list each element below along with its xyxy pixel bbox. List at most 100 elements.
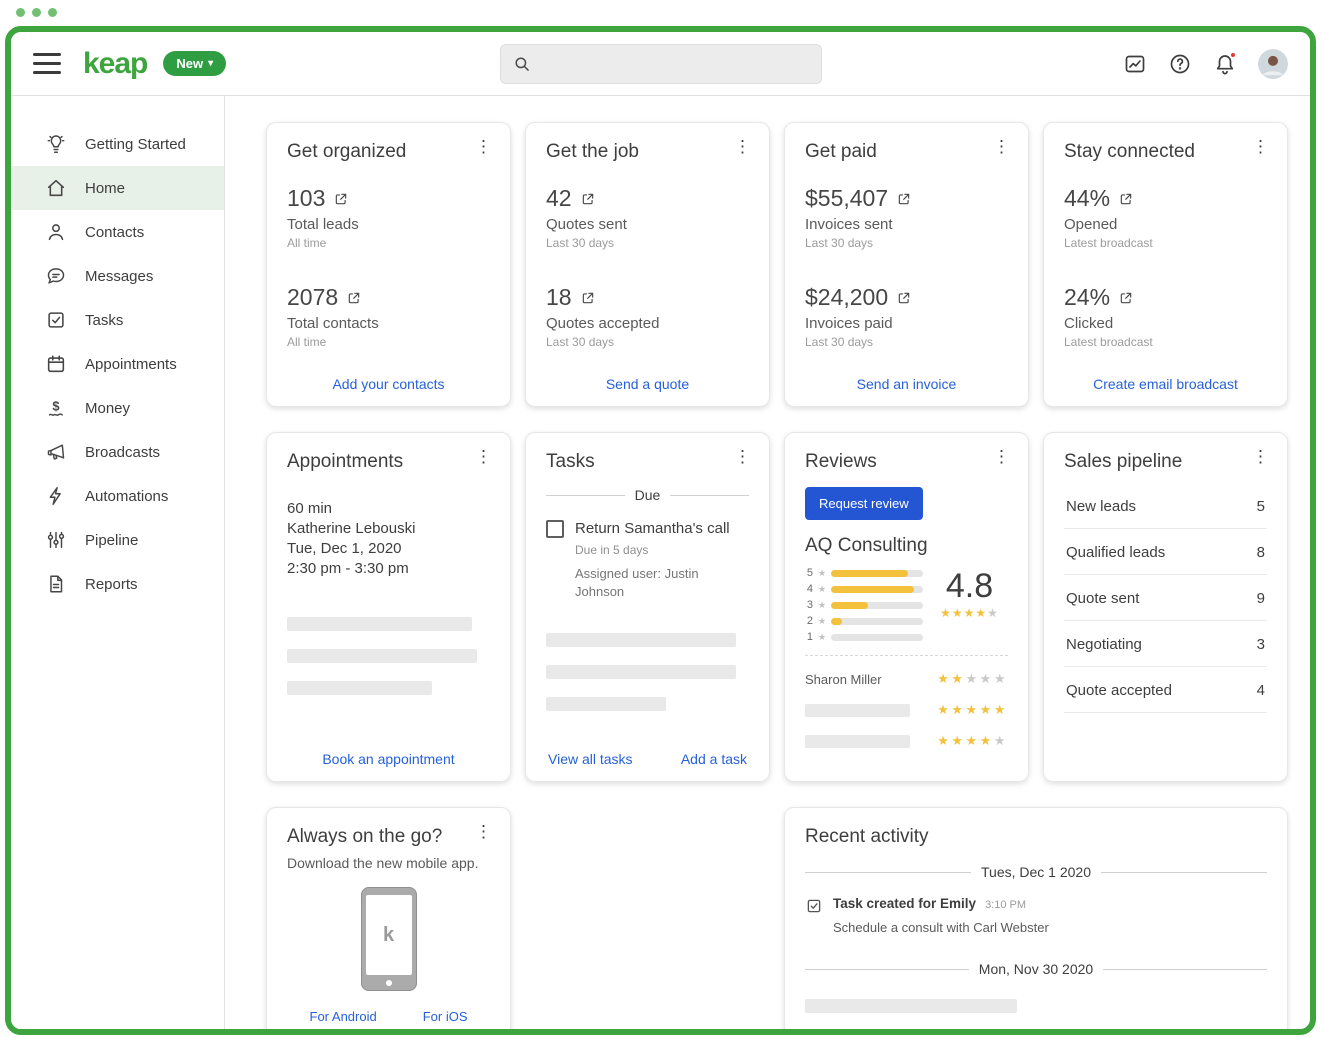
activity-item[interactable]: Task created for Emily 3:10 PM Schedule … — [805, 896, 1267, 935]
card-get-paid: Get paid ⋮ $55,407 Invoices sent Last 30… — [784, 122, 1029, 407]
new-button[interactable]: New ▾ — [163, 51, 227, 76]
traffic-lights — [16, 8, 57, 17]
pipeline-stage-new-leads[interactable]: New leads 5 — [1064, 483, 1267, 529]
kebab-menu-icon[interactable]: ⋮ — [467, 445, 500, 469]
sidebar-item-getting-started[interactable]: Getting Started — [11, 122, 224, 166]
search-bar[interactable] — [499, 43, 822, 84]
pipeline-stage-qualified-leads[interactable]: Qualified leads 8 — [1064, 529, 1267, 575]
reviewer-name: Sharon Miller — [805, 671, 882, 687]
keap-logo[interactable]: keap — [83, 48, 148, 79]
histogram-row: 2 ★ — [805, 615, 923, 627]
pipeline-stage-quote-sent[interactable]: Quote sent 9 — [1064, 575, 1267, 621]
sidebar: Getting Started Home Contacts Messages T… — [11, 96, 225, 1029]
tasks-footer: View all tasks Add a task — [548, 751, 747, 767]
sidebar-item-tasks[interactable]: Tasks — [11, 298, 224, 342]
analytics-icon[interactable] — [1123, 52, 1147, 76]
kebab-menu-icon[interactable]: ⋮ — [985, 445, 1018, 469]
metric-quotes-sent: 42 Quotes sent Last 30 days — [546, 185, 627, 250]
stage-count: 9 — [1256, 590, 1265, 607]
sidebar-item-messages[interactable]: Messages — [11, 254, 224, 298]
card-title: Sales pipeline — [1064, 451, 1183, 472]
kebab-menu-icon[interactable]: ⋮ — [467, 135, 500, 159]
appointment-details[interactable]: 60 min Katherine Lebouski Tue, Dec 1, 20… — [287, 499, 490, 579]
send-invoice-link[interactable]: Send an invoice — [785, 376, 1028, 392]
lightning-bolt-icon — [49, 487, 61, 505]
activity-item-detail: Schedule a consult with Carl Webster — [833, 920, 1049, 935]
sidebar-item-appointments[interactable]: Appointments — [11, 342, 224, 386]
star-icon: ★ — [818, 615, 827, 626]
external-link-icon[interactable] — [581, 192, 595, 206]
task-name: Return Samantha's call — [575, 520, 730, 537]
task-check-icon — [807, 899, 821, 913]
external-link-icon[interactable] — [347, 291, 361, 305]
sidebar-item-home[interactable]: Home — [11, 166, 224, 210]
help-icon[interactable] — [1168, 52, 1192, 76]
external-link-icon[interactable] — [581, 291, 595, 305]
external-link-icon[interactable] — [1119, 192, 1133, 206]
mobile-links: For Android For iOS — [287, 1009, 490, 1024]
sidebar-item-contacts[interactable]: Contacts — [11, 210, 224, 254]
appointment-person: Katherine Lebouski — [287, 520, 416, 537]
sidebar-item-broadcasts[interactable]: Broadcasts — [11, 430, 224, 474]
card-mobile-app: Always on the go? ⋮ Download the new mob… — [266, 807, 511, 1029]
card-title: Recent activity — [805, 826, 929, 847]
android-download-link[interactable]: For Android — [310, 1009, 377, 1024]
sidebar-item-label: Messages — [85, 267, 154, 285]
review-row: ★★★★★ — [805, 702, 1008, 718]
ios-download-link[interactable]: For iOS — [423, 1009, 468, 1024]
home-icon — [47, 179, 65, 197]
pipeline-stage-quote-accepted[interactable]: Quote accepted 4 — [1064, 667, 1267, 713]
task-due: Due in 5 days — [575, 543, 649, 557]
average-stars: ★★★★★ — [940, 606, 999, 621]
megaphone-icon — [47, 444, 65, 460]
average-rating: 4.8 ★★★★★ — [931, 567, 1008, 647]
kebab-menu-icon[interactable]: ⋮ — [726, 135, 759, 159]
stage-count: 3 — [1256, 636, 1265, 653]
kebab-menu-icon[interactable]: ⋮ — [1244, 135, 1277, 159]
external-link-icon[interactable] — [897, 192, 911, 206]
task-check-icon — [48, 312, 64, 328]
star-icon: ★ — [818, 631, 827, 642]
hamburger-menu-icon[interactable] — [33, 53, 61, 74]
metric-invoices-paid: $24,200 Invoices paid Last 30 days — [805, 284, 1008, 349]
app-header: keap New ▾ — [11, 32, 1310, 96]
book-appointment-link[interactable]: Book an appointment — [267, 751, 510, 767]
notifications-bell-icon[interactable] — [1213, 50, 1237, 76]
appointment-duration: 60 min — [287, 500, 333, 517]
report-document-icon — [50, 575, 63, 593]
calendar-icon — [47, 355, 65, 373]
chat-bubble-icon — [47, 268, 65, 284]
external-link-icon[interactable] — [1119, 291, 1133, 305]
sidebar-item-reports[interactable]: Reports — [11, 562, 224, 606]
skeleton-placeholder — [805, 703, 910, 717]
pipeline-stage-negotiating[interactable]: Negotiating 3 — [1064, 621, 1267, 667]
user-avatar[interactable] — [1258, 48, 1288, 79]
sidebar-item-automations[interactable]: Automations — [11, 474, 224, 518]
skeleton-placeholder — [805, 734, 910, 748]
search-input[interactable] — [539, 55, 809, 72]
task-row[interactable]: Return Samantha's call — [546, 519, 749, 538]
sidebar-item-pipeline[interactable]: Pipeline — [11, 518, 224, 562]
card-title: Tasks — [546, 451, 595, 472]
external-link-icon[interactable] — [334, 192, 348, 206]
stage-count: 4 — [1256, 682, 1265, 699]
card-recent-activity: Recent activity Tues, Dec 1 2020 Task cr… — [784, 807, 1288, 1029]
task-checkbox[interactable] — [546, 520, 564, 538]
kebab-menu-icon[interactable]: ⋮ — [985, 135, 1018, 159]
external-link-icon[interactable] — [897, 291, 911, 305]
send-quote-link[interactable]: Send a quote — [526, 376, 769, 392]
kebab-menu-icon[interactable]: ⋮ — [726, 445, 759, 469]
add-contacts-link[interactable]: Add your contacts — [267, 376, 510, 392]
sidebar-item-money[interactable]: $ Money — [11, 386, 224, 430]
card-title: Stay connected — [1064, 141, 1195, 162]
divider — [805, 655, 1008, 656]
phone-illustration: k — [360, 887, 417, 991]
kebab-menu-icon[interactable]: ⋮ — [467, 820, 500, 844]
create-broadcast-link[interactable]: Create email broadcast — [1044, 376, 1287, 392]
metric-total-contacts: 2078 Total contacts All time — [287, 284, 379, 349]
add-task-link[interactable]: Add a task — [681, 751, 747, 767]
kebab-menu-icon[interactable]: ⋮ — [1244, 445, 1277, 469]
reviewer-stars: ★★★★★ — [937, 733, 1008, 748]
request-review-button[interactable]: Request review — [805, 487, 923, 520]
view-all-tasks-link[interactable]: View all tasks — [548, 751, 633, 767]
